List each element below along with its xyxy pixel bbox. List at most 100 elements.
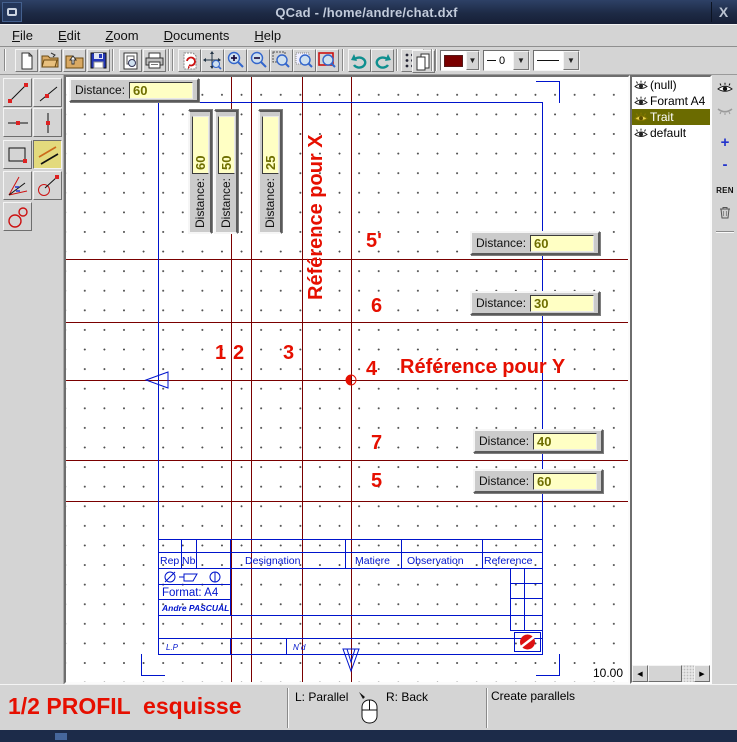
tool-tangent-circles[interactable]	[3, 202, 32, 231]
eye-closed-icon	[717, 104, 733, 116]
layer-row-format-a4[interactable]: Foramt A4	[632, 93, 710, 109]
new-file-icon	[18, 52, 36, 70]
system-menu-button[interactable]	[2, 2, 22, 22]
printer-icon	[145, 52, 164, 69]
draft-pages-icon	[415, 53, 432, 71]
window-bottom-border	[0, 730, 737, 742]
delete-layer-button[interactable]	[715, 203, 735, 221]
print-preview-button[interactable]	[119, 49, 142, 72]
menu-documents[interactable]: Documents	[156, 26, 238, 45]
zoom-window-button[interactable]	[270, 49, 293, 72]
toolbar-separator	[112, 49, 114, 71]
tool-line-2-points[interactable]	[3, 78, 32, 107]
rename-layer-button[interactable]: REN	[715, 181, 735, 199]
undo-button[interactable]	[348, 49, 371, 72]
reference-point-marker	[343, 372, 359, 388]
add-layer-button[interactable]: +	[715, 133, 735, 151]
drawing-canvas[interactable]: 1 2 3 4 5' 6 7 5 Référence pour Y Référe…	[64, 75, 630, 684]
menu-edit[interactable]: Edit	[50, 26, 88, 45]
parallel-lines-icon	[36, 143, 60, 167]
distance-input[interactable]: 60	[530, 235, 594, 252]
tool-line-vertical[interactable]	[33, 108, 62, 137]
layer-row-default[interactable]: default	[632, 125, 710, 141]
tool-line-angle[interactable]	[33, 78, 62, 107]
chevron-down-icon[interactable]: ▼	[513, 51, 529, 70]
tool-tangent[interactable]	[33, 171, 62, 200]
eye-icon[interactable]	[634, 128, 648, 139]
distance-widget-5: Distance: 60	[473, 469, 603, 493]
tool-rectangle[interactable]	[3, 140, 32, 169]
pen-color-combo[interactable]: ▼	[440, 50, 480, 71]
line-style-combo[interactable]: ▼	[533, 50, 580, 71]
chevron-down-icon[interactable]: ▼	[466, 51, 479, 70]
left-arrow-marker	[144, 371, 170, 389]
zoom-previous-icon	[318, 51, 337, 70]
layer-row-trait-selected[interactable]: Trait	[632, 109, 710, 125]
menu-bar: File Edit Zoom Documents Help	[0, 24, 737, 47]
distance-label: Distance:	[476, 236, 526, 250]
scroll-right-button[interactable]: ▶	[694, 665, 710, 682]
draw-tool-palette	[0, 75, 64, 684]
zoom-auto-button[interactable]	[293, 49, 316, 72]
eye-icon[interactable]	[634, 80, 648, 91]
menu-help[interactable]: Help	[246, 26, 289, 45]
distance-input[interactable]: 60	[192, 116, 209, 174]
tool-angle-bisector[interactable]	[3, 171, 32, 200]
tool-parallel[interactable]	[33, 140, 62, 169]
pen-width-combo[interactable]: 0 ▼	[483, 50, 530, 71]
layer-row-null[interactable]: (null)	[632, 77, 710, 93]
zoom-out-button[interactable]	[247, 49, 270, 72]
mouse-icon	[358, 691, 380, 725]
layer-list-hscrollbar[interactable]: ◀ ▶	[632, 665, 710, 682]
scroll-left-button[interactable]: ◀	[632, 665, 648, 682]
tb-footer-left: L.P	[166, 643, 179, 652]
zoom-window-icon	[272, 51, 291, 70]
distance-input[interactable]: 30	[530, 295, 594, 312]
annotation-text: 1/2 PROFIL esquisse	[8, 693, 242, 720]
distance-input[interactable]: 60	[129, 82, 193, 99]
print-preview-icon	[122, 52, 139, 70]
distance-label: Distance:	[75, 83, 125, 97]
resize-handle[interactable]	[55, 733, 67, 740]
pan-zoom-button[interactable]	[201, 49, 224, 72]
redo-button[interactable]	[371, 49, 394, 72]
zoom-auto-icon	[295, 51, 314, 70]
format-corner-mark-bl	[141, 654, 165, 676]
show-layer-button[interactable]	[715, 79, 735, 97]
distance-input[interactable]: 60	[533, 473, 597, 490]
tb-header-observation: Observation	[407, 555, 464, 567]
redraw-button[interactable]	[178, 49, 201, 72]
layer-toolbar: + - REN	[713, 75, 737, 684]
distance-widget-vertical-2: Distance: 50	[214, 110, 238, 234]
zoom-in-button[interactable]	[224, 49, 247, 72]
pen-width-value: 0	[499, 55, 505, 67]
title-bar[interactable]: QCad - /home/andre/chat.dxf X	[0, 0, 737, 24]
remove-layer-button[interactable]: -	[715, 155, 735, 173]
new-file-button[interactable]	[15, 49, 38, 72]
distance-input[interactable]: 50	[218, 116, 235, 174]
menu-file[interactable]: File	[4, 26, 41, 45]
eye-icon[interactable]	[634, 96, 648, 107]
print-button[interactable]	[143, 49, 166, 72]
distance-label: Distance:	[219, 178, 233, 228]
line-2-points-icon	[6, 81, 30, 105]
label-6: 6	[371, 294, 382, 318]
eye-icon[interactable]	[634, 112, 648, 123]
zoom-previous-button[interactable]	[316, 49, 339, 72]
distance-input[interactable]: 25	[262, 116, 279, 174]
menu-zoom[interactable]: Zoom	[97, 26, 146, 45]
scrollbar-track[interactable]	[682, 665, 694, 682]
tool-options-distance: Distance: 60	[69, 78, 199, 102]
divider	[486, 688, 488, 728]
close-button[interactable]: X	[711, 2, 735, 22]
save-button[interactable]	[87, 49, 110, 72]
hide-layer-button[interactable]	[715, 101, 735, 119]
chevron-down-icon[interactable]: ▼	[563, 51, 579, 70]
open-file-button[interactable]	[39, 49, 62, 72]
tool-line-horizontal[interactable]	[3, 108, 32, 137]
format-corner-mark-br	[536, 654, 560, 676]
scrollbar-thumb[interactable]	[648, 665, 682, 682]
pan-arrows-icon	[203, 51, 222, 70]
distance-input[interactable]: 40	[533, 433, 597, 450]
open-drawing-button[interactable]	[63, 49, 86, 72]
